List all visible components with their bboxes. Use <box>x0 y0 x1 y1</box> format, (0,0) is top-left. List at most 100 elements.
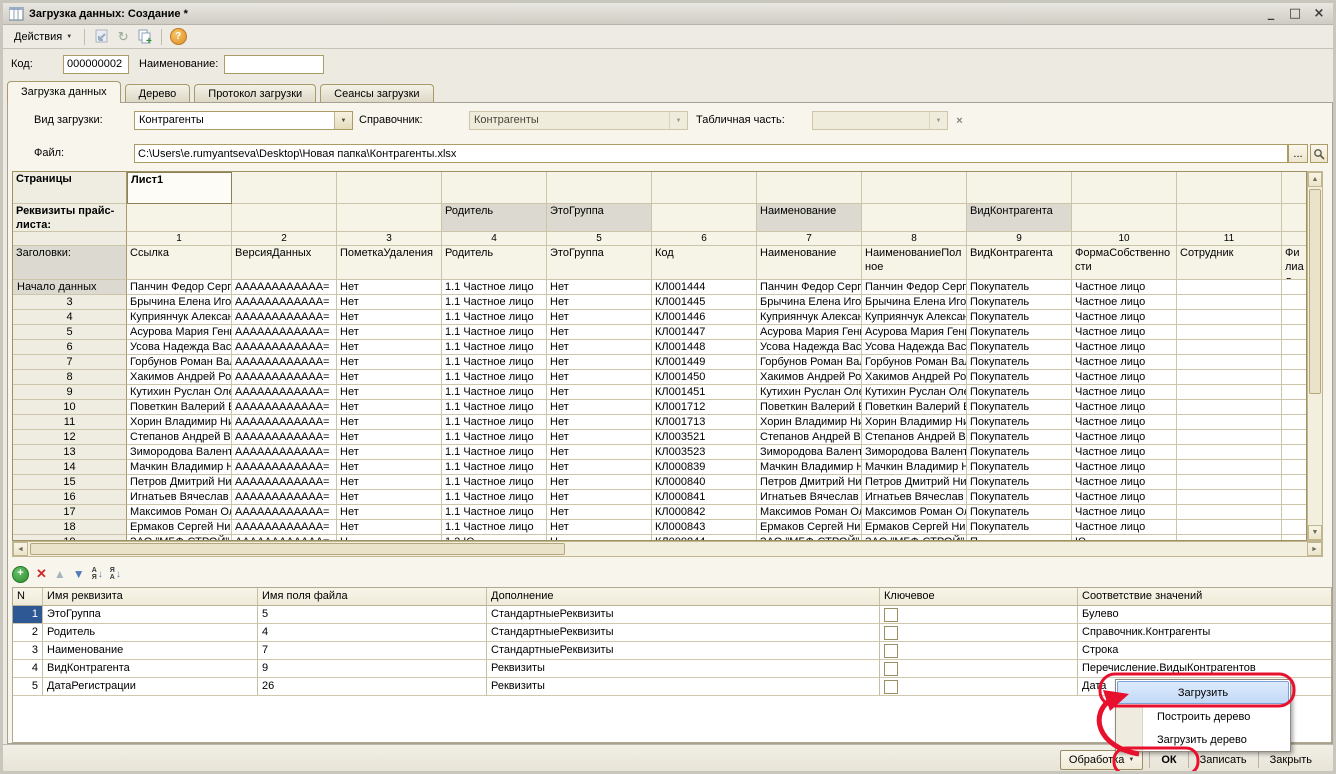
sheet-header-cell[interactable]: ФормаСобственности <box>1072 246 1177 280</box>
data-cell[interactable]: Частное лицо <box>1072 520 1177 535</box>
data-cell[interactable]: Частное лицо <box>1072 400 1177 415</box>
mapping-field-cell[interactable]: 9 <box>258 660 487 678</box>
data-cell[interactable]: Нет <box>337 505 442 520</box>
column-number[interactable]: 4 <box>442 232 547 246</box>
chevron-down-icon[interactable]: ▼ <box>334 112 352 129</box>
data-cell[interactable]: Нет <box>547 340 652 355</box>
column-number[interactable]: 3 <box>337 232 442 246</box>
data-cell[interactable]: Брычина Елена Игор <box>127 295 232 310</box>
data-cell[interactable]: Частное лицо <box>1072 325 1177 340</box>
data-cell[interactable]: Покупатель <box>967 310 1072 325</box>
data-cell[interactable]: Поветкин Валерий Е <box>757 400 862 415</box>
data-cell[interactable] <box>1177 475 1282 490</box>
data-cell[interactable] <box>1177 430 1282 445</box>
sheet-header-cell[interactable]: Филиал <box>1282 246 1307 280</box>
move-down-icon[interactable]: ▼ <box>73 567 85 581</box>
data-cell[interactable]: Нет <box>337 295 442 310</box>
mapping-row-number[interactable]: 2 <box>13 624 43 642</box>
data-cell[interactable]: Частное лицо <box>1072 370 1177 385</box>
scroll-right-icon[interactable]: ► <box>1307 542 1322 556</box>
data-cell[interactable]: КЛ001713 <box>652 415 757 430</box>
data-cell[interactable]: Степанов Андрей В <box>862 430 967 445</box>
pages-cell[interactable] <box>547 172 652 204</box>
sheet-header-cell[interactable]: Ссылка <box>127 246 232 280</box>
data-cell[interactable]: АААААААААААА= <box>232 490 337 505</box>
data-cell[interactable]: Нет <box>547 475 652 490</box>
column-number[interactable]: 1 <box>127 232 232 246</box>
data-cell[interactable]: Игнатьев Вячеслав <box>757 490 862 505</box>
data-cell[interactable]: АААААААААААА= <box>232 445 337 460</box>
data-cell[interactable]: Горбунов Роман Вал <box>862 355 967 370</box>
mapping-column-header[interactable]: Дополнение <box>487 588 880 606</box>
context-menu-item[interactable]: Построить дерево <box>1116 705 1290 728</box>
pages-cell[interactable] <box>337 172 442 204</box>
scroll-up-icon[interactable]: ▲ <box>1308 172 1322 187</box>
tab-tree[interactable]: Дерево <box>125 84 191 102</box>
column-number[interactable]: 2 <box>232 232 337 246</box>
data-cell[interactable]: Куприянчук Алексан <box>862 310 967 325</box>
price-attr-cell[interactable]: ВидКонтрагента <box>967 204 1072 232</box>
row-label[interactable]: 8 <box>13 370 127 385</box>
data-cell[interactable]: 1.1 Частное лицо <box>442 370 547 385</box>
data-cell[interactable] <box>1177 370 1282 385</box>
sort-desc-icon[interactable]: ЯА↓ <box>110 567 121 581</box>
mapping-match-cell[interactable]: Булево <box>1078 606 1332 624</box>
data-cell[interactable]: Ермаков Сергей Ник <box>757 520 862 535</box>
data-cell[interactable]: Зимородова Валент <box>757 445 862 460</box>
row-label[interactable]: 10 <box>13 400 127 415</box>
data-cell[interactable]: 1.1 Частное лицо <box>442 400 547 415</box>
data-cell[interactable]: Максимов Роман Ол <box>862 505 967 520</box>
data-cell[interactable] <box>1282 520 1307 535</box>
data-cell[interactable] <box>1177 295 1282 310</box>
price-attr-cell[interactable] <box>862 204 967 232</box>
data-cell[interactable] <box>1282 370 1307 385</box>
mapping-key-cell[interactable] <box>880 642 1078 660</box>
data-cell[interactable]: 1.1 Частное лицо <box>442 460 547 475</box>
price-attr-cell[interactable] <box>652 204 757 232</box>
row-label[interactable]: 9 <box>13 385 127 400</box>
data-cell[interactable] <box>1282 445 1307 460</box>
data-cell[interactable]: Игнатьев Вячеслав <box>862 490 967 505</box>
data-cell[interactable]: 1.1 Частное лицо <box>442 430 547 445</box>
data-cell[interactable]: Нет <box>337 325 442 340</box>
data-cell[interactable]: Частное лицо <box>1072 445 1177 460</box>
price-attr-cell[interactable] <box>232 204 337 232</box>
data-cell[interactable]: Частное лицо <box>1072 295 1177 310</box>
sheet-header-cell[interactable]: ЭтоГруппа <box>547 246 652 280</box>
data-cell[interactable] <box>1177 415 1282 430</box>
data-cell[interactable]: Покупатель <box>967 325 1072 340</box>
data-cell[interactable]: Покупатель <box>967 430 1072 445</box>
data-cell[interactable]: Асурова Мария Генн <box>127 325 232 340</box>
data-cell[interactable] <box>1177 310 1282 325</box>
browse-button[interactable]: ... <box>1288 144 1308 163</box>
data-cell[interactable]: АААААААААААА= <box>232 325 337 340</box>
data-cell[interactable]: КЛ001447 <box>652 325 757 340</box>
data-cell[interactable]: Степанов Андрей В <box>757 430 862 445</box>
data-cell[interactable]: Частное лицо <box>1072 385 1177 400</box>
horizontal-scroll-thumb[interactable] <box>30 543 565 555</box>
data-cell[interactable]: Нет <box>337 370 442 385</box>
data-cell[interactable]: Нет <box>547 400 652 415</box>
data-cell[interactable]: Куприянчук Алексан <box>127 310 232 325</box>
data-cell[interactable]: Покупатель <box>967 475 1072 490</box>
data-cell[interactable]: КЛ000840 <box>652 475 757 490</box>
mapping-match-cell[interactable]: Перечисление.ВидыКонтрагентов <box>1078 660 1332 678</box>
mapping-column-header[interactable]: Ключевое <box>880 588 1078 606</box>
row-label[interactable]: 4 <box>13 310 127 325</box>
sort-asc-icon[interactable]: АЯ↓ <box>92 567 103 581</box>
key-checkbox[interactable] <box>884 680 898 694</box>
row-label[interactable]: 3 <box>13 295 127 310</box>
row-label[interactable]: Начало данных <box>13 280 127 295</box>
data-cell[interactable]: 1.1 Частное лицо <box>442 385 547 400</box>
data-cell[interactable] <box>1282 490 1307 505</box>
mapping-extra-cell[interactable]: СтандартныеРеквизиты <box>487 606 880 624</box>
data-cell[interactable]: АААААААААААА= <box>232 295 337 310</box>
data-cell[interactable] <box>1282 385 1307 400</box>
name-input[interactable] <box>224 55 324 74</box>
pages-cell[interactable] <box>757 172 862 204</box>
mapping-field-cell[interactable]: 5 <box>258 606 487 624</box>
data-cell[interactable]: Хакимов Андрей Ро <box>757 370 862 385</box>
row-label[interactable]: 7 <box>13 355 127 370</box>
data-cell[interactable] <box>1282 460 1307 475</box>
data-cell[interactable]: Мачкин Владимир Н <box>862 460 967 475</box>
